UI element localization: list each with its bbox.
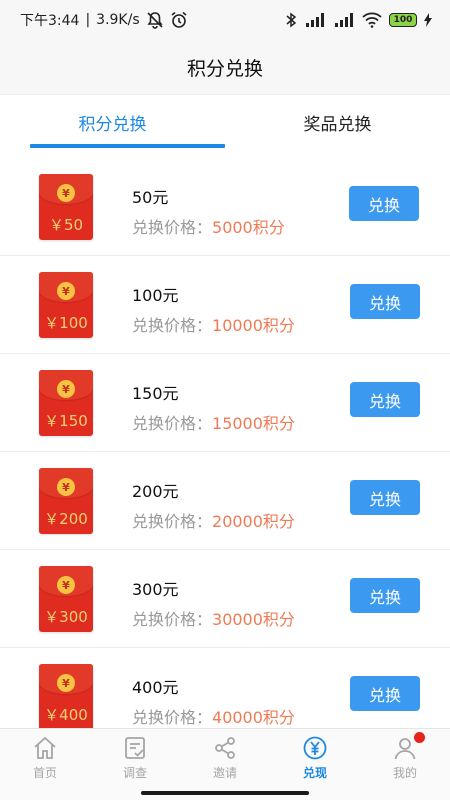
nav-item-home[interactable]: 首页 [0,729,90,800]
item-name: 50元 [132,188,169,207]
nav-label: 兑现 [302,766,327,780]
tab-prize-exchange[interactable]: 奖品兑换 [225,96,450,148]
share-icon [215,737,235,759]
envelope-amount: ￥400 [44,706,88,724]
list-item: ¥ ￥100 100元 兑换价格：10000积分 兑换 [0,256,450,354]
list-item: ¥ ￥150 150元 兑换价格：15000积分 兑换 [0,354,450,452]
coin-icon: ¥ [57,478,75,496]
red-envelope-image: ¥ ￥300 [39,566,93,632]
bottom-nav: 首页 调查 邀请 兑现 我的 [0,728,450,800]
coin-icon: ¥ [57,184,75,202]
battery-indicator: 100 [389,13,417,27]
item-name: 200元 [132,482,179,501]
price-label: 兑换价格： [132,414,213,433]
price-value: 40000积分 [212,708,295,727]
price-value: 30000积分 [212,610,295,629]
nav-label: 我的 [392,766,417,780]
item-name: 150元 [132,384,179,403]
item-price: 兑换价格：10000积分 [132,312,295,336]
item-info: 100元 兑换价格：10000积分 [132,282,295,336]
alarm-icon [170,11,188,29]
price-label: 兑换价格： [132,512,213,531]
home-icon [34,736,56,759]
tab-bar: 积分兑换 奖品兑换 [0,96,450,148]
notification-dot [414,732,425,743]
tab-points-exchange[interactable]: 积分兑换 [0,96,225,148]
item-price: 兑换价格：30000积分 [132,606,295,630]
status-right: 100 [285,12,432,28]
price-label: 兑换价格： [132,218,213,237]
charging-icon [424,13,432,27]
item-price: 兑换价格：5000积分 [132,214,285,238]
price-value: 5000积分 [212,218,285,237]
exchange-list: ¥ ￥50 50元 兑换价格：5000积分 兑换 ¥ ￥100 100元 兑换价… [0,158,450,746]
page-title: 积分兑换 [186,57,263,80]
exchange-button[interactable]: 兑换 [350,676,420,711]
tab-label: 奖品兑换 [303,114,372,135]
status-bar: 下午3:44 | 3.9K/s 100 [0,0,450,40]
envelope-amount: ￥200 [44,510,88,528]
network-speed: 3.9K/s [96,12,140,28]
price-label: 兑换价格： [132,610,213,629]
list-item: ¥ ￥200 200元 兑换价格：20000积分 兑换 [0,452,450,550]
title-bar: 积分兑换 [0,40,450,95]
red-envelope-image: ¥ ￥200 [39,468,93,534]
bluetooth-icon [285,12,297,28]
red-envelope-image: ¥ ￥400 [39,664,93,730]
coin-icon: ¥ [57,576,75,594]
coin-icon: ¥ [57,380,75,398]
status-time: 下午3:44 [20,13,80,29]
list-item: ¥ ￥50 50元 兑换价格：5000积分 兑换 [0,158,450,256]
coin-icon: ¥ [57,674,75,692]
envelope-amount: ￥100 [44,314,88,332]
envelope-amount: ￥50 [48,216,84,234]
tab-label: 积分兑换 [78,114,147,135]
yen-icon [303,736,327,760]
signal-hd-icon-2 [333,12,355,28]
red-envelope-image: ¥ ￥50 [39,174,93,240]
item-info: 400元 兑换价格：40000积分 [132,674,295,728]
red-envelope-image: ¥ ￥100 [39,272,93,338]
exchange-button[interactable]: 兑换 [350,578,420,613]
item-info: 300元 兑换价格：30000积分 [132,576,295,630]
item-name: 400元 [132,678,179,697]
envelope-amount: ￥150 [44,412,88,430]
wifi-icon [362,12,382,28]
envelope-amount: ￥300 [44,608,88,626]
item-price: 兑换价格：15000积分 [132,410,295,434]
nav-label: 邀请 [212,766,237,780]
nav-label: 调查 [122,766,147,780]
nav-item-redeem[interactable]: 兑现 [270,729,360,800]
item-info: 50元 兑换价格：5000积分 [132,184,285,238]
signal-hd-icon [304,12,326,28]
exchange-button[interactable]: 兑换 [350,480,420,515]
item-info: 200元 兑换价格：20000积分 [132,478,295,532]
item-price: 兑换价格：40000积分 [132,704,295,728]
mute-notification-icon [146,11,164,29]
price-value: 10000积分 [212,316,295,335]
nav-label: 首页 [32,766,57,780]
coin-icon: ¥ [57,282,75,300]
item-name: 100元 [132,286,179,305]
exchange-button[interactable]: 兑换 [350,284,420,319]
survey-icon [125,737,145,759]
nav-item-mine[interactable]: 我的 [360,729,450,800]
nav-item-survey[interactable]: 调查 [90,729,180,800]
price-label: 兑换价格： [132,708,213,727]
list-item: ¥ ￥300 300元 兑换价格：30000积分 兑换 [0,550,450,648]
status-left: 下午3:44 | 3.9K/s [20,10,188,30]
nav-item-invite[interactable]: 邀请 [180,729,270,800]
home-indicator [141,791,309,795]
item-info: 150元 兑换价格：15000积分 [132,380,295,434]
red-envelope-image: ¥ ￥150 [39,370,93,436]
price-label: 兑换价格： [132,316,213,335]
exchange-button[interactable]: 兑换 [350,382,420,417]
active-tab-indicator [30,144,225,148]
item-price: 兑换价格：20000积分 [132,508,295,532]
price-value: 20000积分 [212,512,295,531]
item-name: 300元 [132,580,179,599]
status-separator: | [85,12,91,28]
exchange-button[interactable]: 兑换 [349,186,419,221]
price-value: 15000积分 [212,414,295,433]
